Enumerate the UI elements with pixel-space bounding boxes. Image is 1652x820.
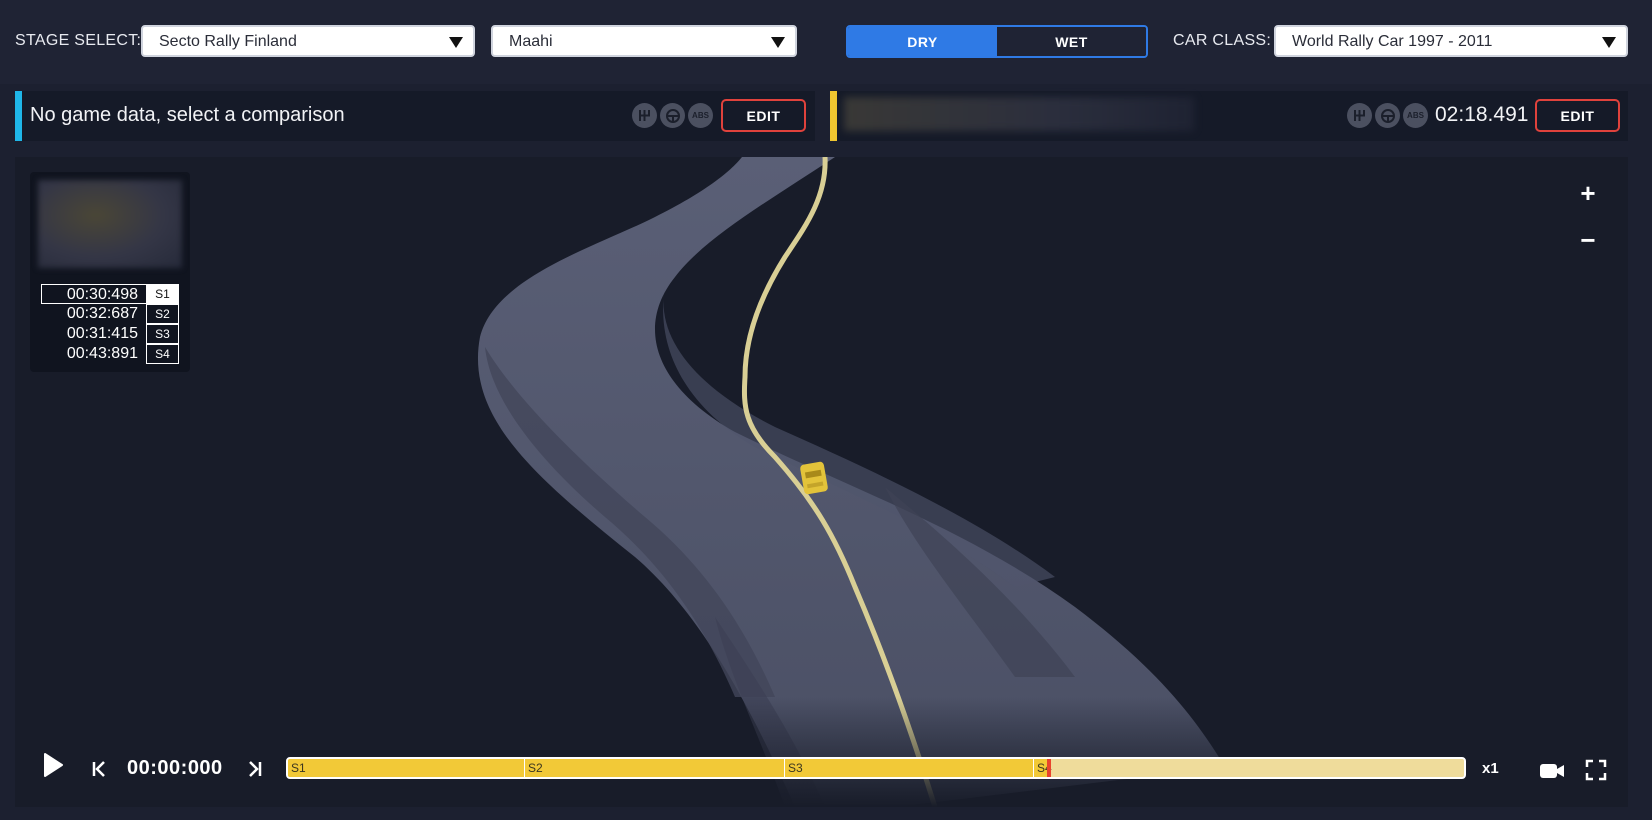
current-time: 00:00:000: [127, 757, 223, 779]
skip-back-button[interactable]: [91, 760, 107, 783]
stage-select[interactable]: Maahi: [491, 25, 797, 57]
playback-timeline[interactable]: S1 S2 S3 S4: [286, 757, 1466, 779]
split-sector: S2: [146, 304, 179, 324]
surface-wet-button[interactable]: WET: [997, 27, 1146, 56]
timeline-progress: [288, 759, 1049, 777]
split-sector: S3: [146, 324, 179, 344]
skip-back-icon: [92, 761, 105, 777]
chevron-down-icon: [449, 37, 463, 48]
split-time: 00:32:687: [66, 305, 138, 322]
driver-thumbnail-blurred: [38, 180, 182, 268]
sector-marker: S2: [524, 759, 543, 777]
steering-icon: [1375, 103, 1400, 128]
play-icon: [44, 753, 63, 777]
no-data-message: No game data, select a comparison: [30, 104, 345, 126]
chevron-down-icon: [1602, 37, 1616, 48]
car-marker: [800, 461, 828, 495]
zoom-out-button[interactable]: −: [1576, 227, 1600, 253]
sector-splits-panel: 00:30:498 S1 00:32:687 S2 00:31:415 S3 0…: [30, 172, 190, 372]
stage-select-value: Maahi: [509, 33, 553, 50]
gearbox-icon: [632, 103, 657, 128]
split-sector: S1: [146, 284, 179, 304]
abs-icon: ABS: [688, 103, 713, 128]
skip-forward-button[interactable]: [247, 760, 263, 783]
edit-right-button[interactable]: EDIT: [1535, 99, 1620, 132]
split-time: 00:31:415: [66, 325, 138, 342]
stage-select-label: STAGE SELECT:: [15, 32, 142, 49]
comparison-time: 02:18.491: [1435, 103, 1529, 126]
track-render: [15, 157, 1628, 807]
sector-marker: S3: [784, 759, 803, 777]
split-row[interactable]: 00:31:415 S3: [41, 324, 179, 344]
playback-speed[interactable]: x1: [1482, 760, 1499, 777]
split-time: 00:30:498: [41, 284, 146, 304]
driver-name-blurred: [844, 97, 1194, 131]
chevron-down-icon: [771, 37, 785, 48]
zoom-in-button[interactable]: +: [1576, 180, 1600, 206]
comparison-panel-right: ABS 02:18.491 EDIT: [830, 91, 1628, 141]
play-button[interactable]: [37, 750, 67, 780]
edit-left-button[interactable]: EDIT: [721, 99, 806, 132]
rally-select[interactable]: Secto Rally Finland: [141, 25, 475, 57]
gearbox-icon: [1347, 103, 1372, 128]
fullscreen-button[interactable]: [1585, 759, 1607, 786]
accent-bar: [15, 91, 22, 141]
camera-button[interactable]: [1539, 762, 1565, 785]
track-viewport[interactable]: 00:30:498 S1 00:32:687 S2 00:31:415 S3 0…: [15, 157, 1628, 807]
split-time: 00:43:891: [66, 345, 138, 362]
split-row[interactable]: 00:32:687 S2: [41, 304, 179, 324]
timeline-cursor[interactable]: [1047, 759, 1051, 777]
comparison-panel-left: No game data, select a comparison ABS ED…: [15, 91, 815, 141]
top-bar: STAGE SELECT: Secto Rally Finland Maahi …: [0, 0, 1652, 84]
skip-forward-icon: [249, 761, 262, 777]
abs-icon: ABS: [1403, 103, 1428, 128]
split-row[interactable]: 00:30:498 S1: [41, 284, 179, 304]
car-class-label: CAR CLASS:: [1173, 32, 1272, 49]
steering-icon: [660, 103, 685, 128]
surface-toggle: DRY WET: [846, 25, 1148, 58]
car-class-value: World Rally Car 1997 - 2011: [1292, 33, 1493, 50]
split-row[interactable]: 00:43:891 S4: [41, 344, 179, 364]
sector-marker: S1: [291, 761, 306, 775]
accent-bar: [830, 91, 837, 141]
rally-select-value: Secto Rally Finland: [159, 33, 297, 50]
surface-dry-button[interactable]: DRY: [848, 27, 997, 56]
car-class-select[interactable]: World Rally Car 1997 - 2011: [1274, 25, 1628, 57]
split-sector: S4: [146, 344, 179, 364]
camera-icon: [1540, 764, 1564, 778]
fullscreen-icon: [1585, 759, 1607, 781]
